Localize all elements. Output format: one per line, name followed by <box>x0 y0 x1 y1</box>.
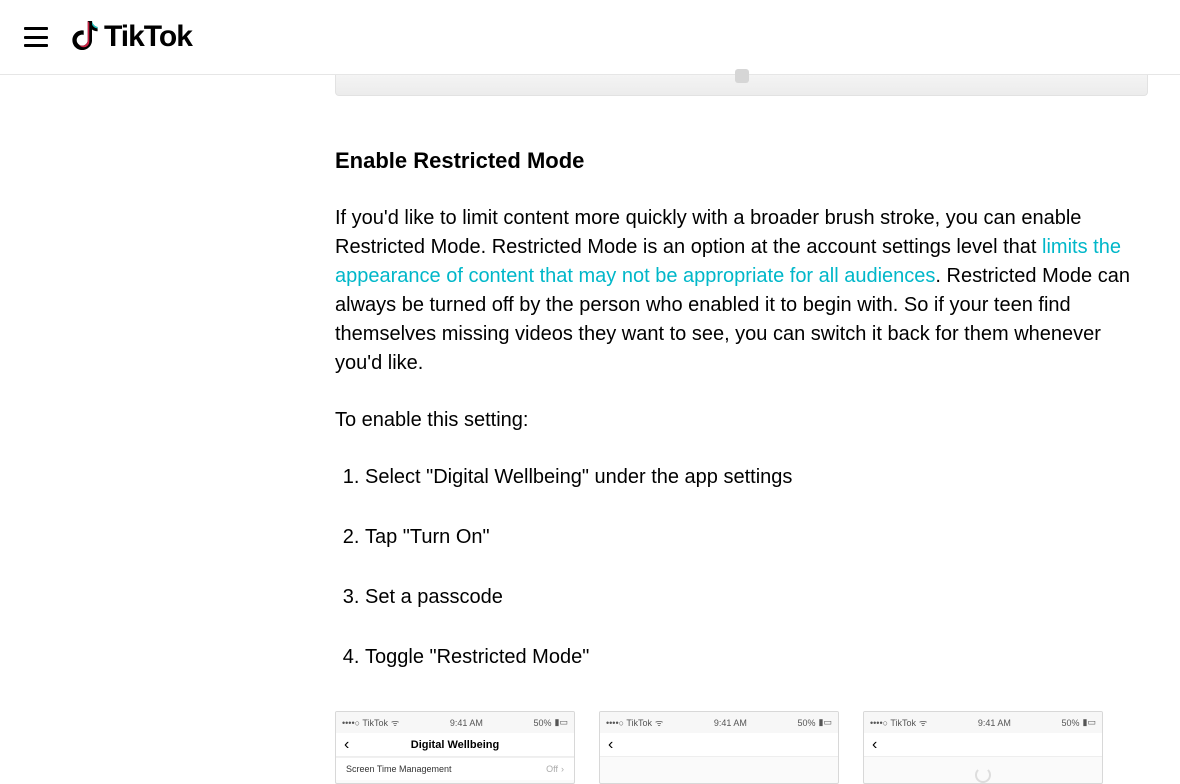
status-time: 9:41 AM <box>450 718 483 728</box>
phone-screenshot-1: ••••○ TikTok ᯤ 9:41 AM 50% ▮▭ ‹ Digital … <box>335 711 575 784</box>
steps-list: Select "Digital Wellbeing" under the app… <box>335 463 1140 671</box>
phone-statusbar: ••••○ TikTok ᯤ 9:41 AM 50% ▮▭ <box>600 712 838 733</box>
step-item: Tap "Turn On" <box>365 523 1140 551</box>
chevron-right-icon: › <box>561 764 564 774</box>
status-battery: 50% <box>534 718 552 728</box>
site-header: TikTok <box>0 0 1180 75</box>
wifi-icon: ᯤ <box>391 716 399 729</box>
status-carrier: ••••○ TikTok <box>870 718 916 728</box>
step-item: Select "Digital Wellbeing" under the app… <box>365 463 1140 491</box>
prior-screenshot-fragment <box>335 75 1148 96</box>
phone-nav: ‹ <box>864 733 1102 757</box>
back-icon[interactable]: ‹ <box>608 736 613 754</box>
setting-label: Screen Time Management <box>346 764 452 774</box>
article-content: Enable Restricted Mode If you'd like to … <box>0 75 1180 784</box>
phone-nav: ‹ Digital Wellbeing <box>336 733 574 757</box>
status-carrier: ••••○ TikTok <box>606 718 652 728</box>
phone-title: Digital Wellbeing <box>336 739 574 751</box>
step-item: Set a passcode <box>365 583 1140 611</box>
tiktok-logo[interactable]: TikTok <box>72 20 192 54</box>
phone-setting-row[interactable]: Screen Time Management Off › <box>336 757 574 780</box>
wifi-icon: ᯤ <box>919 716 927 729</box>
status-battery: 50% <box>1062 718 1080 728</box>
menu-icon[interactable] <box>24 27 48 47</box>
phone-statusbar: ••••○ TikTok ᯤ 9:41 AM 50% ▮▭ <box>864 712 1102 733</box>
phone-screenshot-3: ••••○ TikTok ᯤ 9:41 AM 50% ▮▭ ‹ <box>863 711 1103 784</box>
phone-nav: ‹ <box>600 733 838 757</box>
tiktok-note-icon <box>72 21 100 53</box>
logo-text: TikTok <box>104 20 192 54</box>
status-time: 9:41 AM <box>978 718 1011 728</box>
phone-statusbar: ••••○ TikTok ᯤ 9:41 AM 50% ▮▭ <box>336 712 574 733</box>
step-item: Toggle "Restricted Mode" <box>365 643 1140 671</box>
para1-pre: If you'd like to limit content more quic… <box>335 207 1081 258</box>
status-time: 9:41 AM <box>714 718 747 728</box>
status-carrier: ••••○ TikTok <box>342 718 388 728</box>
phone-screenshot-2: ••••○ TikTok ᯤ 9:41 AM 50% ▮▭ ‹ <box>599 711 839 784</box>
section-heading: Enable Restricted Mode <box>335 148 1140 174</box>
back-icon[interactable]: ‹ <box>344 736 349 754</box>
back-icon[interactable]: ‹ <box>872 736 877 754</box>
phone-screenshots-row: ••••○ TikTok ᯤ 9:41 AM 50% ▮▭ ‹ Digital … <box>335 711 1140 784</box>
setting-value: Off <box>546 764 558 774</box>
status-battery: 50% <box>798 718 816 728</box>
wifi-icon: ᯤ <box>655 716 663 729</box>
paragraph-enable-intro: To enable this setting: <box>335 406 1140 435</box>
battery-icon: ▮▭ <box>1083 717 1096 728</box>
battery-icon: ▮▭ <box>819 717 832 728</box>
battery-icon: ▮▭ <box>555 717 568 728</box>
paragraph-restricted-mode: If you'd like to limit content more quic… <box>335 204 1140 378</box>
loading-spinner-icon <box>975 767 991 783</box>
